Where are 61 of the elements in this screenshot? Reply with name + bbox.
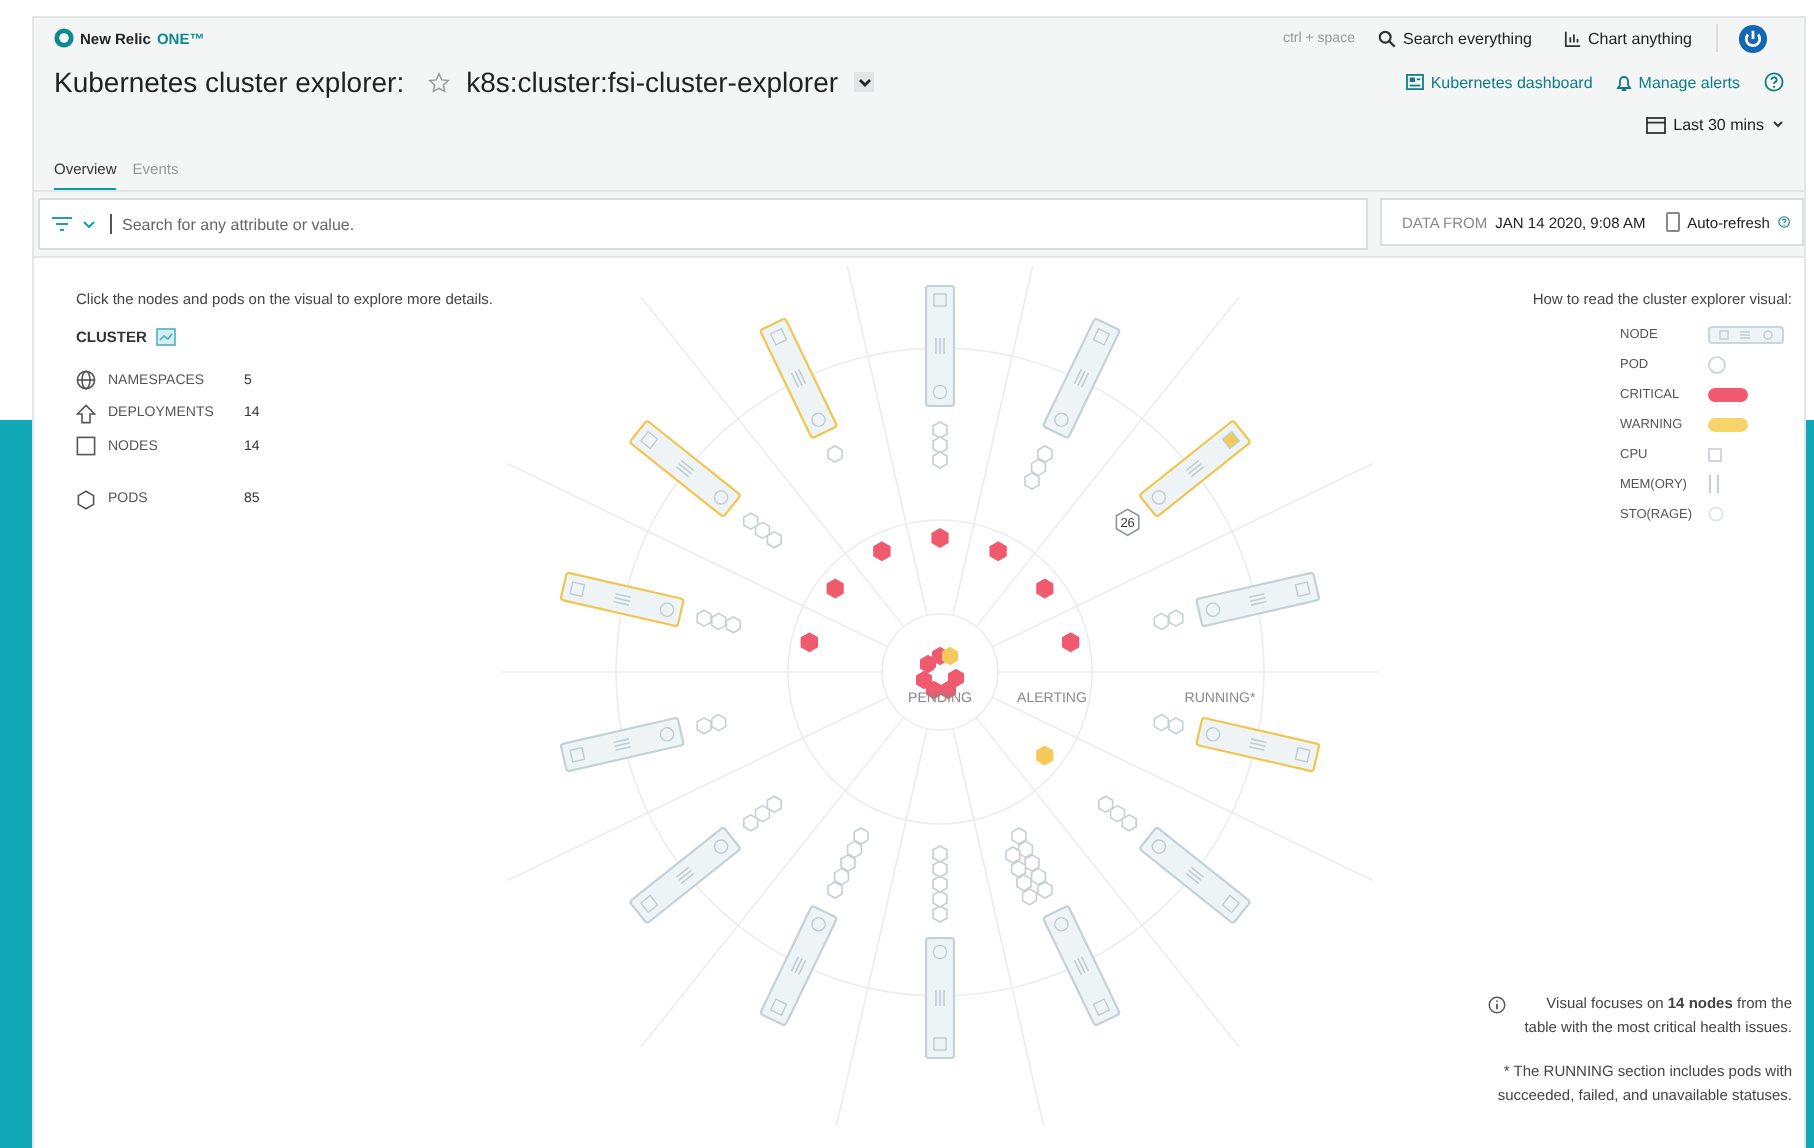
pod-cluster-drawing[interactable] — [932, 845, 948, 923]
entity-dropdown[interactable] — [854, 72, 875, 92]
pod-cluster-drawing[interactable] — [827, 445, 843, 463]
caret-icon — [857, 77, 872, 87]
warning-pod-icon[interactable] — [1036, 745, 1054, 766]
info-icon — [1488, 996, 1506, 1014]
dashboard-link[interactable]: Kubernetes dashboard — [1406, 73, 1593, 91]
entity-name: k8s:cluster:fsi-cluster-explorer — [466, 66, 839, 98]
globe-icon — [76, 370, 96, 391]
critical-pod-icon[interactable] — [800, 632, 818, 653]
caret-icon — [82, 219, 96, 229]
pod-icon — [1708, 355, 1726, 373]
pod-cluster-drawing[interactable] — [1153, 713, 1184, 735]
cpu-icon — [1708, 447, 1722, 461]
star-icon[interactable] — [428, 71, 451, 93]
dashboard-icon — [1406, 74, 1425, 90]
pod-cluster-drawing[interactable] — [1024, 445, 1053, 490]
calendar-icon — [1645, 115, 1666, 133]
critical-pod-icon[interactable] — [1036, 578, 1054, 599]
pod-cluster-drawing[interactable] — [696, 713, 727, 735]
cluster-node[interactable] — [924, 284, 956, 408]
pod-cluster-drawing[interactable] — [827, 827, 869, 899]
pod-cluster-drawing[interactable] — [696, 609, 741, 634]
pod-cluster-drawing[interactable] — [1098, 795, 1137, 832]
page-title: Kubernetes cluster explorer: — [54, 66, 405, 98]
chart-button[interactable]: Chart anything — [1555, 29, 1700, 47]
cluster-node[interactable] — [924, 936, 956, 1060]
hexagon-icon — [76, 489, 96, 510]
bell-icon — [1616, 73, 1633, 91]
logo-icon — [54, 28, 74, 48]
pod-cluster-drawing[interactable] — [743, 512, 782, 549]
critical-swatch — [1708, 387, 1748, 401]
help-icon[interactable] — [1764, 72, 1784, 92]
storage-icon — [1708, 506, 1724, 522]
arrow-up-icon — [76, 403, 96, 424]
cluster-icon — [156, 328, 177, 346]
chart-icon — [1563, 29, 1582, 47]
pod-cluster-drawing[interactable] — [1153, 609, 1184, 631]
help-icon[interactable] — [1777, 212, 1790, 232]
filter-icon — [52, 216, 72, 232]
search-bar[interactable]: Search for any attribute or value. — [38, 198, 1368, 250]
warning-swatch — [1708, 417, 1748, 431]
critical-pod-icon[interactable] — [826, 578, 844, 599]
memory-icon — [1708, 474, 1720, 494]
critical-pod-icon[interactable] — [931, 528, 949, 548]
critical-pod-icon[interactable] — [873, 541, 891, 562]
pod-cluster-drawing[interactable] — [932, 421, 948, 469]
search-field[interactable]: Search for any attribute or value. — [122, 215, 1354, 233]
search-icon — [1378, 29, 1397, 47]
square-icon — [76, 436, 96, 457]
critical-pod-icon[interactable] — [989, 541, 1007, 562]
pod-cluster-drawing[interactable] — [1005, 827, 1053, 906]
node-icon — [1708, 325, 1784, 343]
auto-refresh-checkbox[interactable] — [1665, 212, 1680, 232]
manage-alerts-link[interactable]: Manage alerts — [1616, 73, 1740, 91]
time-range-picker[interactable]: Last 30 mins — [1645, 115, 1784, 133]
pod-cluster-drawing[interactable] — [743, 795, 782, 832]
caret-icon — [1772, 120, 1784, 128]
search-button[interactable]: Search everything — [1370, 29, 1540, 47]
power-icon[interactable] — [1738, 23, 1768, 53]
critical-pod-icon[interactable] — [1062, 632, 1080, 653]
